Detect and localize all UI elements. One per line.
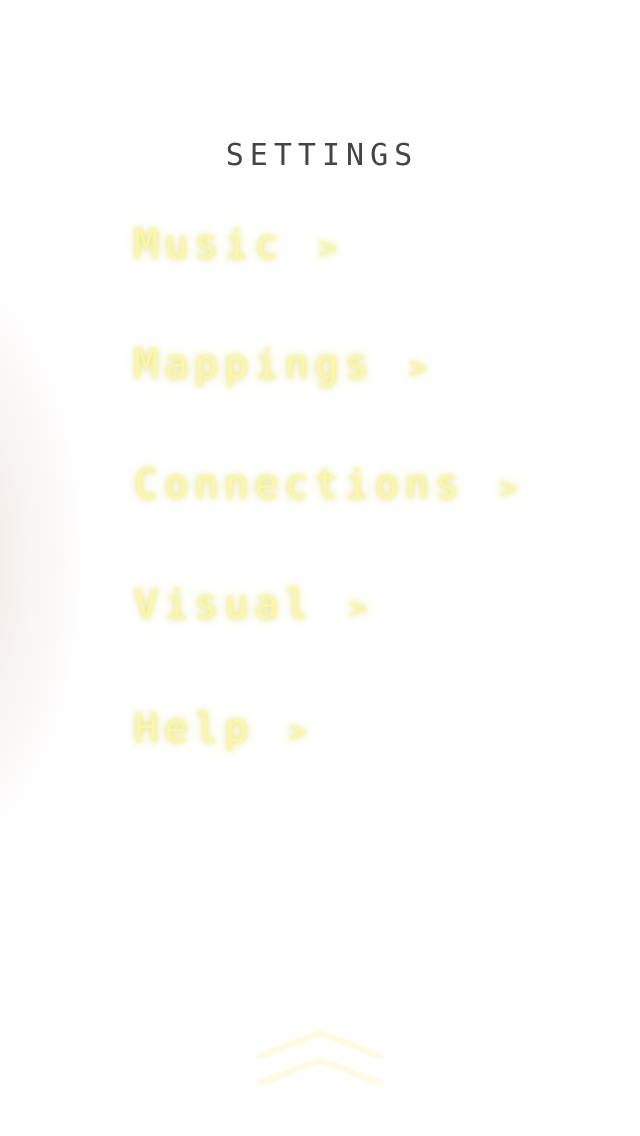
menu-item-help[interactable]: Help >: [134, 706, 312, 752]
menu-item-label: Mappings: [134, 342, 375, 388]
menu-item-mappings[interactable]: Mappings >: [134, 342, 433, 388]
double-chevron-up-icon[interactable]: [250, 1018, 390, 1088]
menu-item-connections[interactable]: Connections >: [134, 462, 523, 508]
chevron-right-icon: >: [318, 231, 343, 266]
chevron-right-icon: >: [499, 471, 524, 506]
menu-item-label: Visual: [134, 582, 315, 628]
menu-item-music[interactable]: Music >: [134, 222, 343, 268]
menu-item-visual[interactable]: Visual >: [134, 582, 373, 628]
page-title: SETTINGS: [225, 138, 419, 173]
menu-item-label: Help: [134, 706, 255, 752]
menu-item-label: Music: [134, 222, 285, 268]
chevron-right-icon: >: [288, 715, 313, 750]
menu-item-label: Connections: [134, 462, 465, 508]
chevron-right-icon: >: [408, 351, 433, 386]
chevron-right-icon: >: [348, 591, 373, 626]
